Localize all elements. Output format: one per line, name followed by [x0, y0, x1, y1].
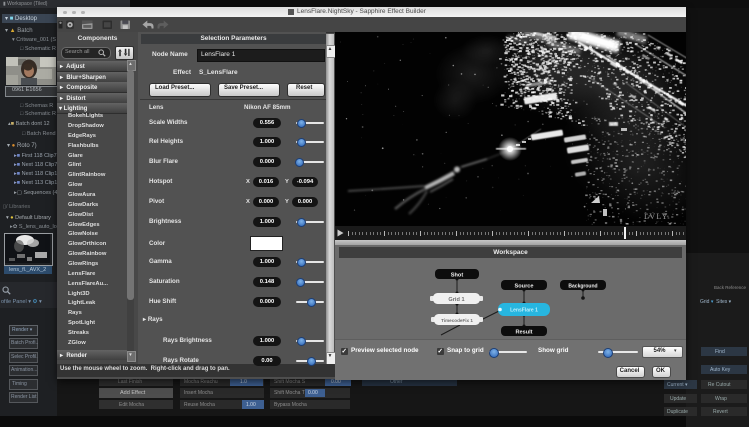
svg-text:Result: Result	[515, 329, 532, 335]
svg-text:Shot: Shot	[451, 272, 464, 278]
svg-text:Source: Source	[515, 283, 534, 289]
svg-text:LVLY: LVLY	[644, 212, 669, 221]
svg-text:LensFlare 1: LensFlare 1	[510, 308, 538, 314]
svg-text:Grid 1: Grid 1	[448, 297, 464, 303]
svg-text:Background: Background	[568, 283, 597, 289]
svg-text:TimecodeFix 1: TimecodeFix 1	[441, 318, 473, 323]
